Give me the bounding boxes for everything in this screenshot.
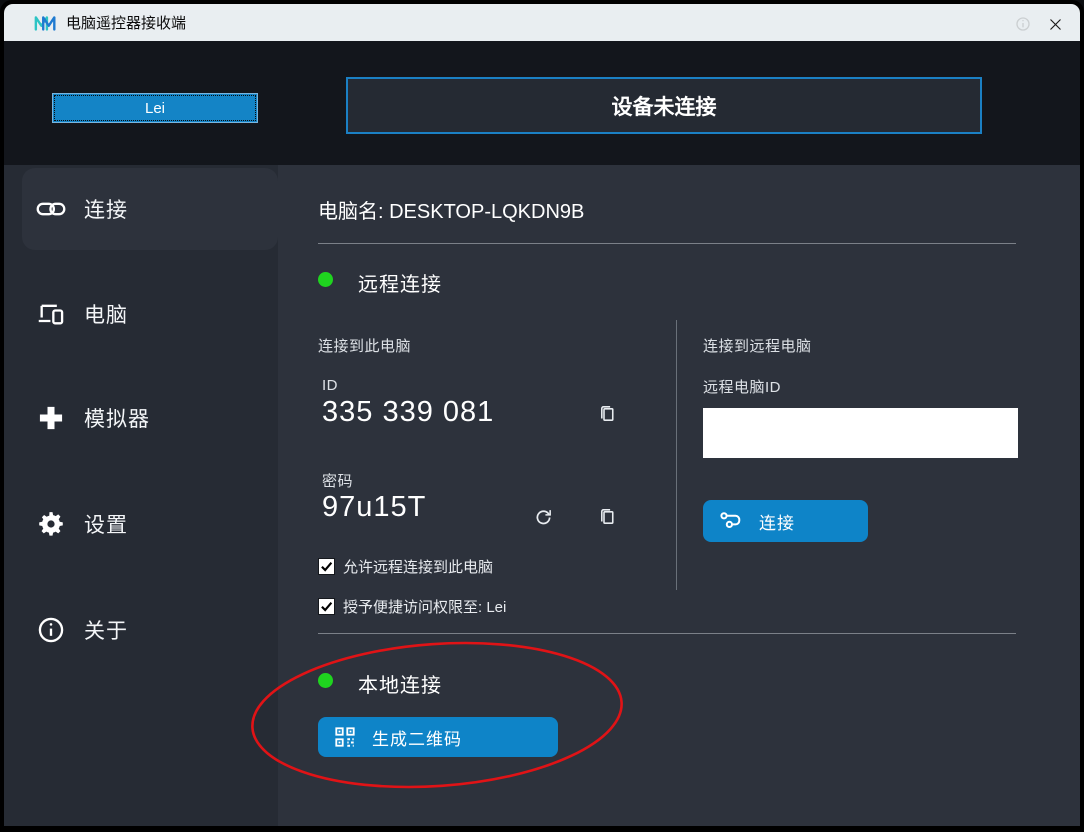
connect-to-remote-heading: 连接到远程电脑 <box>703 335 812 356</box>
close-icon[interactable] <box>1042 12 1068 36</box>
sidebar-item-settings[interactable]: 设置 <box>4 494 278 554</box>
sidebar-item-about[interactable]: 关于 <box>4 600 278 660</box>
sidebar-item-label: 模拟器 <box>84 403 150 433</box>
local-section-title: 本地连接 <box>358 669 442 698</box>
computer-name: 电脑名: DESKTOP-LQKDN9B <box>318 195 584 224</box>
link-icon <box>36 194 66 224</box>
sidebar-item-label: 设置 <box>84 509 128 539</box>
computer-icon <box>36 299 66 329</box>
window-title: 电脑遥控器接收端 <box>66 12 186 33</box>
password-label: 密码 <box>322 470 353 491</box>
remote-status-dot <box>318 272 333 287</box>
account-button[interactable]: Lei <box>52 93 258 123</box>
sidebar-item-emulator[interactable]: 模拟器 <box>4 388 278 448</box>
remote-id-input[interactable] <box>703 408 1018 458</box>
local-status-dot <box>318 673 333 688</box>
device-status-text: 设备未连接 <box>612 91 717 121</box>
qr-code-icon <box>334 726 356 748</box>
account-button-label: Lei <box>145 100 165 117</box>
remote-id-label: 远程电脑ID <box>703 376 781 397</box>
password-value: 97u15T <box>322 491 426 524</box>
checkbox-checked[interactable] <box>318 558 335 575</box>
connect-button[interactable]: 连接 <box>703 500 868 542</box>
grant-access-checkbox-row[interactable]: 授予便捷访问权限至: Lei <box>318 596 506 617</box>
divider <box>318 633 1016 634</box>
connect-to-this-pc-heading: 连接到此电脑 <box>318 335 411 356</box>
main-content: 电脑名: DESKTOP-LQKDN9B 远程连接 连接到此电脑 ID 335 … <box>278 165 1080 826</box>
vertical-divider <box>676 320 677 590</box>
sidebar-item-connect[interactable]: 连接 <box>4 179 278 239</box>
connect-route-icon <box>719 510 743 532</box>
allow-remote-checkbox-label: 允许远程连接到此电脑 <box>343 556 493 577</box>
checkmark-icon <box>320 560 333 573</box>
allow-remote-checkbox-row[interactable]: 允许远程连接到此电脑 <box>318 556 493 577</box>
copy-id-icon[interactable] <box>596 403 618 425</box>
info-circle-icon[interactable] <box>1010 12 1036 36</box>
generate-qr-button[interactable]: 生成二维码 <box>318 717 558 757</box>
titlebar: 电脑遥控器接收端 <box>4 4 1080 41</box>
sidebar-item-computer[interactable]: 电脑 <box>4 284 278 344</box>
sidebar-item-label: 关于 <box>84 615 128 645</box>
checkmark-icon <box>320 600 333 613</box>
sidebar: 连接 电脑 模拟器 <box>4 165 278 826</box>
app-logo-icon <box>34 13 58 33</box>
device-id-value: 335 339 081 <box>322 396 494 429</box>
top-strip: Lei 设备未连接 <box>4 41 1080 165</box>
refresh-password-icon[interactable] <box>532 506 554 528</box>
remote-section-title: 远程连接 <box>358 268 442 297</box>
app-window: 电脑遥控器接收端 Lei 设备未连接 <box>0 0 1084 832</box>
about-icon <box>36 615 66 645</box>
generate-qr-button-label: 生成二维码 <box>372 725 462 750</box>
divider <box>318 243 1016 244</box>
id-label: ID <box>322 377 338 394</box>
emulator-icon <box>36 403 66 433</box>
sidebar-item-label: 连接 <box>84 194 128 224</box>
checkbox-checked[interactable] <box>318 598 335 615</box>
sidebar-item-label: 电脑 <box>84 299 128 329</box>
grant-access-checkbox-label: 授予便捷访问权限至: Lei <box>343 596 506 617</box>
settings-icon <box>36 509 66 539</box>
device-status-banner: 设备未连接 <box>346 77 982 134</box>
copy-password-icon[interactable] <box>596 506 618 528</box>
connect-button-label: 连接 <box>759 509 795 534</box>
